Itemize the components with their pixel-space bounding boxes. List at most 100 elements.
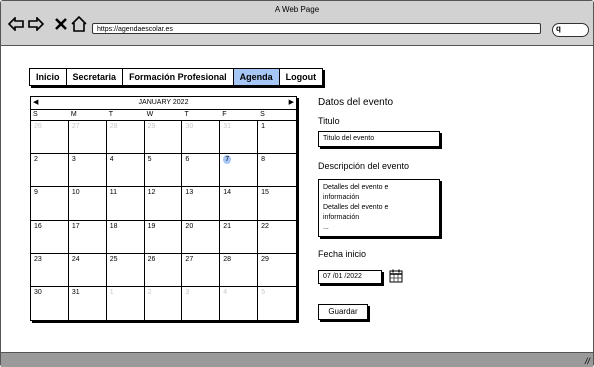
calendar-day-cell[interactable]: 18 [106,220,145,254]
descripcion-line: Detalles del evento e [323,204,389,211]
calendar-day-cell[interactable]: 7 [220,154,259,188]
calendar-day-cell[interactable]: 3 [182,286,221,320]
calendar-day-cell[interactable]: 31 [69,286,107,320]
calendar-day-number: 10 [71,189,80,197]
calendar-day-number: 13 [185,189,194,197]
calendar-day-number: 9 [34,189,38,197]
browser-search-box[interactable]: q [552,23,589,37]
calendar-day-cell[interactable]: 20 [182,220,221,254]
calendar-day-number: 28 [109,123,118,130]
nav-item-agenda[interactable]: Agenda [233,69,280,85]
calendar-day-number: 31 [223,123,232,130]
descripcion-line: Detalles del evento e [323,184,389,191]
calendar-day-cell[interactable]: 28 [220,253,259,287]
nav-item-logout[interactable]: Logout [280,69,323,85]
weekday-label: M [70,111,77,118]
calendar-day-number: 30 [34,288,42,296]
descripcion-textarea[interactable]: Detalles del evento e información Detall… [318,179,440,237]
calendar-day-cell[interactable]: 5 [258,287,296,320]
calendar-day-cell[interactable]: 4 [106,154,145,188]
calendar-day-cell[interactable]: 25 [106,253,145,287]
calendar-weekday-header: S M T W T F S [31,110,296,121]
calendar-day-cell[interactable]: 2 [31,154,69,188]
descripcion-line: ... [323,224,329,231]
calendar-day-number: 6 [185,156,190,164]
calendar-day-number: 25 [109,255,118,263]
home-icon[interactable] [70,15,88,33]
calendar-day-number: 5 [261,288,266,296]
main-nav: Inicio Secretaria Formación Profesional … [29,68,324,86]
calendar-day-cell[interactable]: 1 [258,121,296,155]
calendar-day-cell[interactable]: 11 [106,187,145,221]
descripcion-line: información [323,194,360,201]
next-month-icon[interactable]: ▶ [289,97,294,109]
calendar-day-number: 14 [223,189,232,197]
calendar-day-cell[interactable]: 12 [144,187,183,221]
calendar-icon[interactable] [389,269,403,283]
calendar-day-cell[interactable]: 27 [182,253,221,287]
calendar-day-cell[interactable]: 3 [68,154,107,188]
fecha-inicio-input[interactable]: 07 /01 /2022 [318,270,382,284]
prev-month-icon[interactable]: ◀ [33,97,38,109]
guardar-button[interactable]: Guardar [318,304,368,320]
close-icon[interactable] [52,15,70,33]
calendar-day-cell[interactable]: 5 [144,154,183,188]
calendar-day-number: 26 [147,255,156,263]
calendar-month-label: JANUARY 2022 [138,99,189,106]
calendar-day-cell[interactable]: 27 [68,121,107,155]
calendar-day-cell[interactable]: 1 [107,286,145,320]
weekday-label: T [108,111,113,118]
calendar-day-number: 2 [34,156,38,164]
browser-statusbar: // [1,352,593,367]
nav-item-inicio[interactable]: Inicio [30,69,67,85]
calendar-day-cell[interactable]: 29 [144,121,183,155]
calendar-day-cell[interactable]: 16 [31,220,69,254]
calendar-day-number: 17 [71,222,80,230]
weekday-label: T [184,111,189,118]
nav-item-formacion-profesional[interactable]: Formación Profesional [123,69,234,85]
calendar-day-cell[interactable]: 4 [220,286,259,320]
calendar-day-cell[interactable]: 30 [182,121,221,155]
calendar-day-cell[interactable]: 17 [68,220,107,254]
calendar-day-cell[interactable]: 24 [68,253,107,287]
calendar-day-cell[interactable]: 30 [31,286,69,320]
calendar-day-number: 16 [34,222,42,230]
address-bar[interactable]: https://agendaescolar.es [92,23,541,34]
calendar-day-cell[interactable]: 8 [258,154,296,188]
calendar-day-cell[interactable]: 19 [144,220,183,254]
nav-item-secretaria[interactable]: Secretaria [67,69,124,85]
weekday-label: S [260,111,265,118]
calendar-day-number: 31 [71,288,80,296]
calendar-day-cell[interactable]: 15 [258,187,296,221]
calendar-day-cell[interactable]: 26 [144,253,183,287]
calendar-day-number: 4 [223,288,228,296]
descripcion-line: información [323,214,360,221]
calendar-day-cell[interactable]: 13 [182,187,221,221]
calendar-day-number: 20 [185,222,194,230]
calendar-day-number: 11 [109,189,117,197]
calendar-day-cell[interactable]: 26 [31,121,69,155]
calendar-day-cell[interactable]: 21 [220,220,259,254]
titulo-input[interactable]: Titulo del evento [318,131,440,147]
calendar-day-cell[interactable]: 6 [182,154,221,188]
calendar-day-number: 1 [109,288,114,296]
calendar-day-cell[interactable]: 10 [68,187,107,221]
calendar-day-cell[interactable]: 22 [258,221,296,254]
weekday-label: W [146,111,154,118]
calendar-day-cell[interactable]: 9 [31,187,69,221]
calendar-day-number: 5 [147,156,152,164]
calendar-day-cell[interactable]: 14 [220,187,259,221]
calendar-day-cell[interactable]: 31 [220,121,259,155]
calendar-day-cell[interactable]: 29 [258,254,296,287]
fecha-inicio-label: Fecha inicio [318,249,367,259]
calendar-day-number: 22 [261,222,269,230]
calendar-day-number: 7 [223,155,232,165]
calendar-day-cell[interactable]: 23 [31,253,69,287]
forward-icon[interactable] [27,15,45,33]
calendar-day-number: 23 [34,255,42,263]
calendar-day-cell[interactable]: 2 [145,286,183,320]
back-icon[interactable] [7,15,25,33]
resize-grip-icon[interactable]: // [584,356,591,366]
titulo-label: Titulo [318,116,340,126]
calendar-day-cell[interactable]: 28 [106,121,145,155]
